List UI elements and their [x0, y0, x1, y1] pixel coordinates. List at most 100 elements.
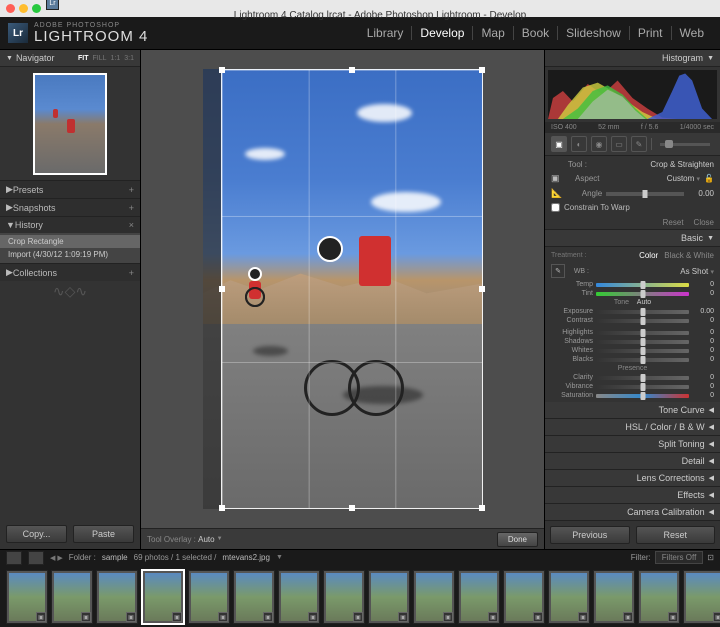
panel-camera-calibration[interactable]: Camera Calibration◀ [545, 504, 720, 521]
module-picker[interactable]: LibraryDevelopMapBookSlideshowPrintWeb [359, 26, 712, 40]
zoom-icon[interactable] [32, 4, 41, 13]
crop-handle[interactable] [349, 505, 355, 511]
filmstrip-thumb[interactable]: ▣ [51, 570, 93, 624]
history-header[interactable]: ▼History× [0, 216, 140, 233]
disclosure-triangle-icon[interactable]: ▼ [6, 55, 13, 62]
grad-tool-icon[interactable]: ▭ [611, 136, 627, 152]
panel-tone-curve[interactable]: Tone Curve◀ [545, 402, 720, 419]
disclosure-triangle-icon[interactable]: ▼ [707, 55, 714, 62]
plus-icon[interactable]: + [129, 268, 134, 278]
panel-hsl-color-b-w[interactable]: HSL / Color / B & W◀ [545, 419, 720, 436]
tool-slider[interactable] [660, 143, 710, 146]
redeye-tool-icon[interactable]: ◉ [591, 136, 607, 152]
crop-handle[interactable] [479, 505, 485, 511]
spot-tool-icon[interactable]: ◐ [571, 136, 587, 152]
navigator-header[interactable]: ▼ Navigator FIT FILL 1:1 3:1 [0, 50, 140, 67]
angle-slider[interactable] [606, 192, 684, 196]
crop-frame-icon[interactable]: ▣ [551, 173, 560, 184]
filter-lock-icon[interactable]: ⊡ [707, 553, 714, 562]
chevron-down-icon[interactable]: ▼ [276, 554, 283, 561]
disclosure-triangle-icon[interactable]: ▼ [707, 235, 714, 242]
filmstrip-thumb[interactable]: ▣ [503, 570, 545, 624]
tool-close[interactable]: Close [694, 218, 714, 227]
filmstrip-thumb[interactable]: ▣ [141, 569, 185, 625]
filmstrip-thumb[interactable]: ▣ [233, 570, 275, 624]
lock-icon[interactable]: 🔓 [704, 174, 714, 183]
done-button[interactable]: Done [497, 532, 538, 547]
disclosure-triangle-icon[interactable]: ◀ [709, 474, 714, 482]
filmstrip-thumb[interactable]: ▣ [323, 570, 365, 624]
module-map[interactable]: Map [472, 26, 512, 40]
vibrance-slider[interactable] [596, 385, 689, 389]
reset-button[interactable]: Reset [636, 526, 716, 544]
module-web[interactable]: Web [671, 26, 712, 40]
aspect-dropdown[interactable]: Custom [667, 174, 695, 183]
blacks-slider[interactable] [596, 358, 689, 362]
disclosure-triangle-icon[interactable]: ◀ [709, 423, 714, 431]
tool-reset[interactable]: Reset [663, 218, 684, 227]
disclosure-triangle-icon[interactable]: ◀ [709, 457, 714, 465]
filmstrip-thumb[interactable]: ▣ [188, 570, 230, 624]
history-item[interactable]: Crop Rectangle [0, 235, 140, 248]
panel-effects[interactable]: Effects◀ [545, 487, 720, 504]
constrain-checkbox[interactable] [551, 203, 560, 212]
brush-tool-icon[interactable]: ✎ [631, 136, 647, 152]
chevron-down-icon[interactable]: ▾ [697, 176, 701, 183]
crop-tool-icon[interactable]: ▣ [551, 136, 567, 152]
nav-fill[interactable]: FILL [93, 55, 107, 62]
module-develop[interactable]: Develop [411, 26, 472, 40]
crop-handle[interactable] [479, 286, 485, 292]
angle-icon[interactable]: 📐 [551, 188, 562, 199]
copy-button[interactable]: Copy... [6, 525, 67, 543]
minimize-icon[interactable] [19, 4, 28, 13]
panel-detail[interactable]: Detail◀ [545, 453, 720, 470]
disclosure-triangle-icon[interactable]: ◀ [709, 406, 714, 414]
crop-rectangle[interactable] [221, 69, 483, 509]
module-library[interactable]: Library [359, 26, 412, 40]
presets-header[interactable]: ▶Presets+ [0, 180, 140, 198]
grid-view-button[interactable] [28, 551, 44, 565]
panel-lens-corrections[interactable]: Lens Corrections◀ [545, 470, 720, 487]
crop-handle[interactable] [349, 67, 355, 73]
highlights-slider[interactable] [596, 331, 689, 335]
clarity-slider[interactable] [596, 376, 689, 380]
whites-slider[interactable] [596, 349, 689, 353]
chevron-down-icon[interactable]: ▾ [710, 269, 714, 276]
panel-split-toning[interactable]: Split Toning◀ [545, 436, 720, 453]
tool-overlay-mode[interactable]: Auto [198, 535, 214, 544]
close-icon[interactable]: × [129, 220, 134, 230]
crop-handle[interactable] [479, 67, 485, 73]
snapshots-header[interactable]: ▶Snapshots+ [0, 198, 140, 216]
eyedropper-icon[interactable]: ✎ [551, 264, 565, 278]
plus-icon[interactable]: + [129, 185, 134, 195]
auto-tone-button[interactable]: Auto [637, 299, 651, 306]
crop-handle[interactable] [219, 67, 225, 73]
module-slideshow[interactable]: Slideshow [557, 26, 629, 40]
angle-value[interactable]: 0.00 [688, 189, 714, 198]
nav-fit[interactable]: FIT [78, 55, 89, 62]
filmstrip-thumb[interactable]: ▣ [96, 570, 138, 624]
histogram-display[interactable] [548, 70, 717, 119]
folder-path[interactable]: sample [102, 553, 128, 562]
previous-button[interactable]: Previous [550, 526, 630, 544]
disclosure-triangle-icon[interactable]: ◀ [709, 491, 714, 499]
close-icon[interactable] [6, 4, 15, 13]
history-item[interactable]: Import (4/30/12 1:09:19 PM) [0, 248, 140, 261]
module-book[interactable]: Book [513, 26, 557, 40]
disclosure-triangle-icon[interactable]: ◀ [709, 508, 714, 516]
collections-header[interactable]: ▶Collections+ [0, 263, 140, 281]
filmstrip-thumb[interactable]: ▣ [548, 570, 590, 624]
filmstrip-thumb[interactable]: ▣ [278, 570, 320, 624]
tint-slider[interactable] [596, 292, 689, 296]
temp-slider[interactable] [596, 283, 689, 287]
photo-preview[interactable] [203, 69, 483, 509]
filmstrip-thumb[interactable]: ▣ [458, 570, 500, 624]
filmstrip-thumb[interactable]: ▣ [593, 570, 635, 624]
filmstrip-thumbs[interactable]: ▣▣▣▣▣▣▣▣▣▣▣▣▣▣▣▣ [0, 565, 720, 627]
shadows-slider[interactable] [596, 340, 689, 344]
contrast-slider[interactable] [596, 319, 689, 323]
filmstrip-thumb[interactable]: ▣ [6, 570, 48, 624]
navigator-preview[interactable] [0, 67, 140, 180]
treatment-bw[interactable]: Black & White [664, 251, 714, 260]
module-print[interactable]: Print [629, 26, 671, 40]
